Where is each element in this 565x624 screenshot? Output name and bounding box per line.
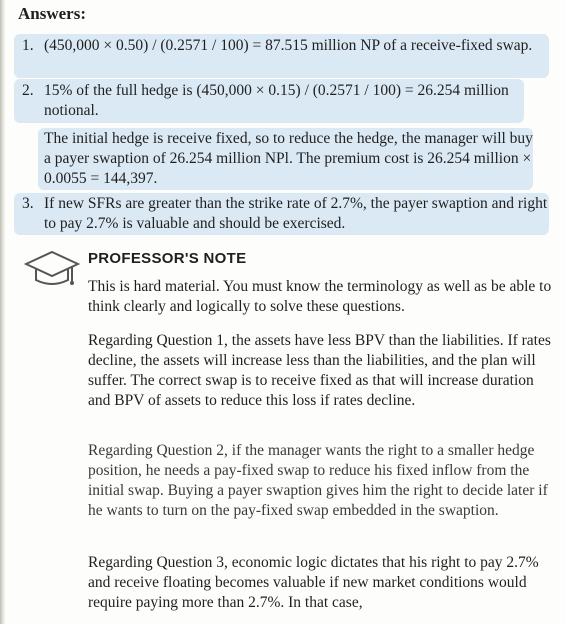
answer-2-detail: The initial hedge is receive fixed, so t…	[44, 130, 533, 187]
note-paragraph-2: Regarding Question 1, the assets have le…	[88, 332, 551, 409]
graduation-cap-icon	[23, 248, 81, 294]
answer-number: 2.	[22, 82, 34, 99]
professors-note-title: PROFESSOR'S NOTE	[88, 250, 247, 267]
note-paragraph-1: This is hard material. You must know the…	[88, 278, 552, 315]
note-paragraph-3: Regarding Question 2, if the manager wan…	[88, 442, 548, 519]
note-paragraph-4: Regarding Question 3, economic logic dic…	[88, 554, 539, 611]
answer-3: 3. If new SFRs are greater than the stri…	[22, 194, 559, 234]
answer-number: 3.	[22, 195, 34, 212]
answers-heading: Answers:	[18, 4, 86, 23]
answer-text: If new SFRs are greater than the strike …	[44, 195, 548, 232]
answer-text: (450,000 × 0.50) / (0.2571 / 100) = 87.5…	[44, 37, 533, 54]
answer-number: 1.	[22, 37, 34, 54]
answer-text: 15% of the full hedge is (450,000 × 0.15…	[44, 82, 509, 119]
page-edge	[0, 0, 6, 624]
answer-2: 2. 15% of the full hedge is (450,000 × 0…	[22, 81, 534, 121]
answer-1: 1. (450,000 × 0.50) / (0.2571 / 100) = 8…	[22, 36, 559, 56]
